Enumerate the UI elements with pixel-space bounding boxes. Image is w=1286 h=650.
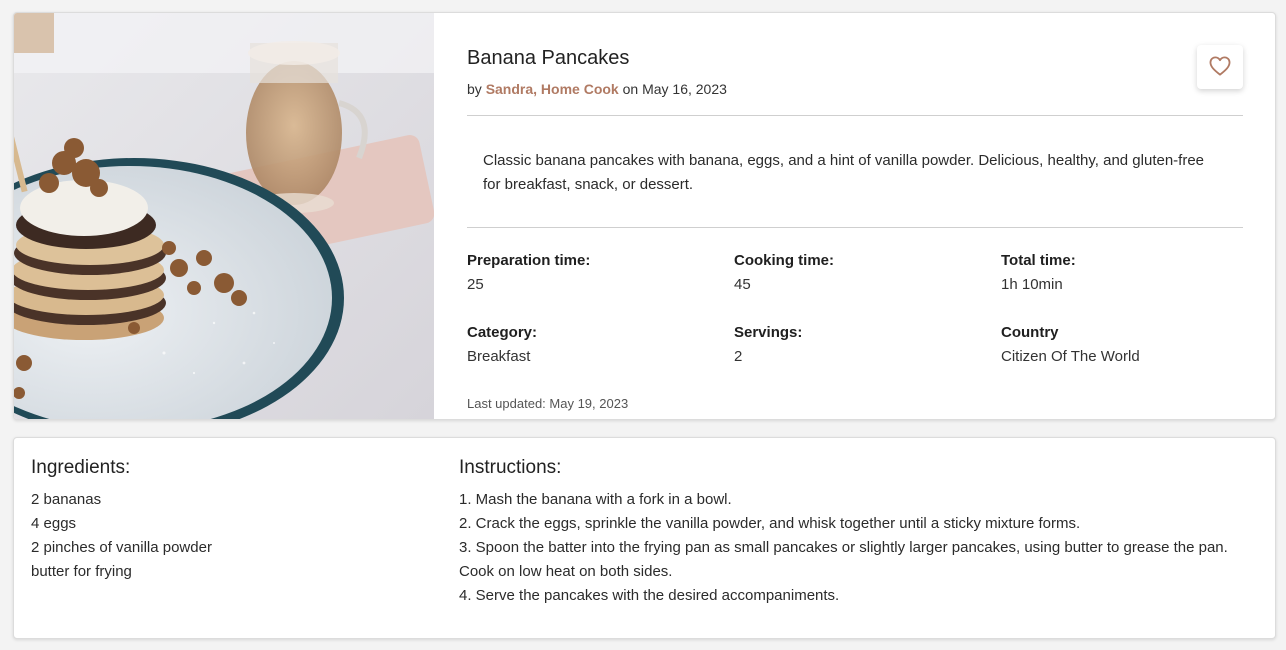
prep-time: Preparation time: 25: [467, 249, 590, 297]
ingredient-item: butter for frying: [31, 563, 132, 580]
category: Category: Breakfast: [467, 321, 537, 369]
recipe-description: Classic banana pancakes with banana, egg…: [483, 152, 1205, 193]
instruction-step: 3. Spoon the batter into the frying pan …: [459, 539, 1228, 580]
ingredient-item: 2 pinches of vanilla powder: [31, 539, 212, 556]
prep-time-value: 25: [467, 276, 484, 293]
servings: Servings: 2: [734, 321, 802, 369]
total-time: Total time: 1h 10min: [1001, 249, 1076, 297]
date-prefix: on: [622, 81, 639, 97]
ingredient-item: 4 eggs: [31, 515, 77, 532]
divider: [467, 227, 1243, 228]
servings-value: 2: [734, 348, 743, 365]
total-time-label: Total time:: [1001, 252, 1076, 269]
instructions-section: Instructions: 1. Mash the banana with a …: [459, 456, 1259, 608]
author-link[interactable]: Sandra, Home Cook: [486, 81, 619, 97]
cook-time-label: Cooking time:: [734, 252, 834, 269]
instruction-step: 2. Crack the eggs, sprinkle the vanilla …: [459, 515, 1081, 532]
instruction-step: 1. Mash the banana with a fork in a bowl…: [459, 491, 732, 508]
total-time-value: 1h 10min: [1001, 276, 1063, 293]
servings-label: Servings:: [734, 324, 803, 341]
ingredients-list: 2 bananas 4 eggs 2 pinches of vanilla po…: [31, 488, 431, 584]
ingredients-heading: Ingredients:: [31, 457, 131, 478]
recipe-byline: by Sandra, Home Cook on May 16, 2023: [467, 81, 727, 97]
cook-time: Cooking time: 45: [734, 249, 834, 297]
divider: [467, 115, 1243, 116]
recipe-card: Banana Pancakes by Sandra, Home Cook on …: [13, 12, 1276, 420]
prep-time-label: Preparation time:: [467, 252, 591, 269]
cook-time-value: 45: [734, 276, 751, 293]
category-value: Breakfast: [467, 348, 531, 365]
country-label: Country: [1001, 324, 1059, 341]
category-label: Category:: [467, 324, 538, 341]
byline-prefix: by: [467, 81, 482, 97]
last-updated: Last updated: May 19, 2023: [467, 396, 629, 411]
publish-date: May 16, 2023: [642, 81, 727, 97]
ingredient-item: 2 bananas: [31, 491, 102, 508]
recipe-info: Banana Pancakes by Sandra, Home Cook on …: [467, 13, 1243, 419]
country-value: Citizen Of The World: [1001, 348, 1140, 365]
favorite-button[interactable]: [1197, 45, 1243, 89]
instruction-step: 4. Serve the pancakes with the desired a…: [459, 587, 840, 604]
country: Country Citizen Of The World: [1001, 321, 1140, 369]
recipe-details-card: Ingredients: 2 bananas 4 eggs 2 pinches …: [13, 437, 1276, 639]
ingredients-section: Ingredients: 2 bananas 4 eggs 2 pinches …: [31, 456, 431, 584]
heart-outline-icon: [1209, 55, 1231, 79]
recipe-title: Banana Pancakes: [467, 47, 630, 69]
instructions-heading: Instructions:: [459, 457, 562, 478]
instructions-list: 1. Mash the banana with a fork in a bowl…: [459, 488, 1259, 608]
recipe-photo: [14, 13, 434, 419]
